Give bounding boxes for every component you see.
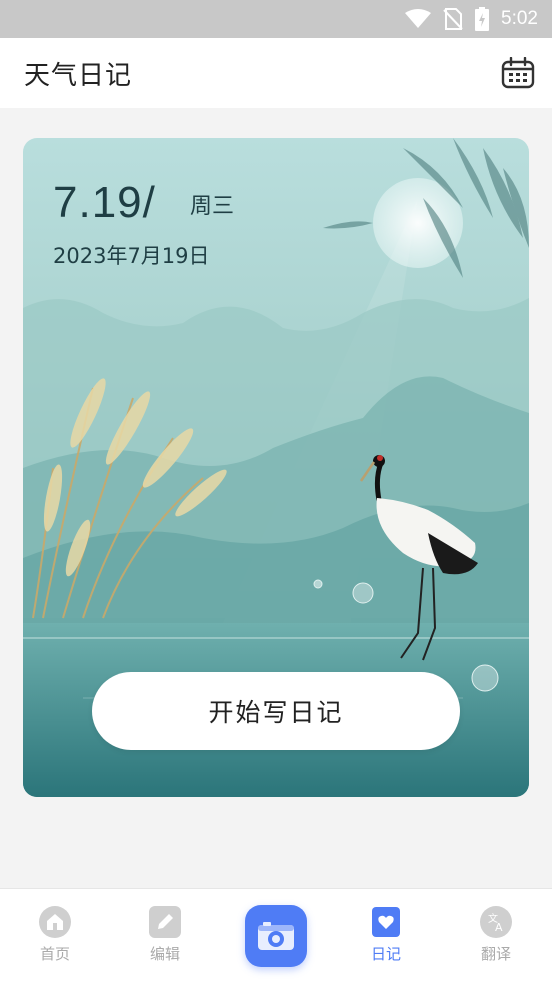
- svg-text:A: A: [495, 921, 503, 934]
- camera-icon: [258, 922, 294, 950]
- diary-card: 7.19/ 周三 2023年7月19日 开始写日记: [23, 138, 529, 797]
- camera-button[interactable]: [245, 905, 307, 967]
- nav-item-edit[interactable]: 编辑: [110, 889, 220, 981]
- nav-label-translate: 翻译: [480, 945, 511, 963]
- nav-label-edit: 编辑: [149, 945, 180, 963]
- status-bar: 5:02: [0, 0, 552, 38]
- edit-icon: [148, 905, 182, 939]
- status-time: 5:02: [501, 8, 538, 29]
- weekday-label: 周三: [190, 194, 235, 219]
- nav-item-home[interactable]: 首页: [0, 889, 110, 981]
- battery-charging-icon: [475, 7, 490, 31]
- bottom-nav: 首页 编辑 日记 文 A 翻译: [0, 888, 552, 981]
- no-sim-icon: [443, 8, 463, 30]
- translate-icon: 文 A: [479, 905, 513, 939]
- wifi-icon: [405, 9, 432, 29]
- date-full: 2023年7月19日: [53, 244, 210, 268]
- calendar-button[interactable]: [500, 55, 536, 91]
- nav-item-diary[interactable]: 日记: [331, 889, 441, 981]
- start-diary-button[interactable]: 开始写日记: [92, 672, 460, 750]
- calendar-icon: [501, 57, 535, 89]
- nav-label-home: 首页: [39, 945, 70, 963]
- page-title: 天气日记: [24, 60, 133, 91]
- home-icon: [38, 905, 72, 939]
- app-header: 天气日记: [0, 38, 552, 108]
- diary-heart-icon: [369, 905, 403, 939]
- nav-label-diary: 日记: [370, 945, 401, 963]
- date-short: 7.19/: [53, 178, 156, 227]
- nav-item-translate[interactable]: 文 A 翻译: [441, 889, 551, 981]
